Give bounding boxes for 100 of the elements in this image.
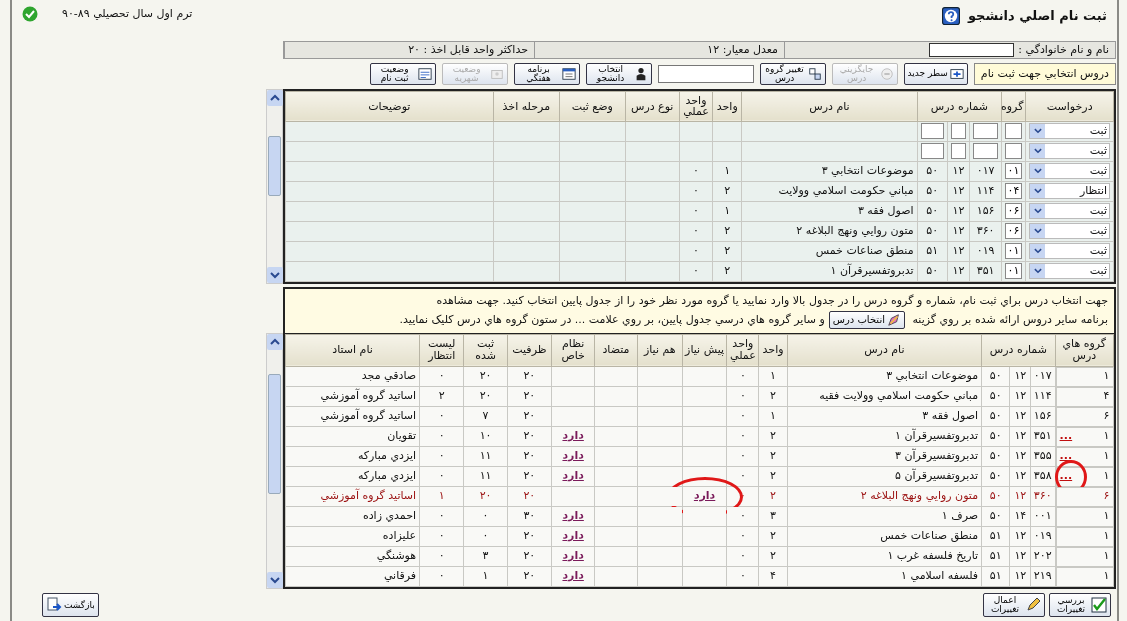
request-dropdown[interactable]: ثبت	[1029, 263, 1110, 280]
table-cell: تقويان	[285, 426, 420, 447]
search-field[interactable]	[657, 64, 754, 83]
scrollbar-thumb[interactable]	[268, 373, 281, 494]
column-header: مرحله اخذ	[493, 91, 560, 122]
table-cell: هوشنگي	[285, 546, 420, 567]
table-cell: ۵۰	[981, 406, 1010, 427]
code-field[interactable]	[1005, 143, 1023, 160]
table-cell: ۲۰	[507, 466, 552, 487]
group-field[interactable]: ۰۱	[1005, 263, 1023, 280]
table-cell: ۰	[726, 526, 759, 547]
table-cell: ۰	[726, 566, 759, 587]
toolbar-button[interactable]: برنامه هفتگي	[513, 62, 580, 85]
table-cell: ۳	[463, 546, 508, 567]
table-cell: ۵۱	[917, 241, 948, 262]
code-field[interactable]	[950, 143, 966, 160]
table-cell: ۰	[419, 526, 464, 547]
table-cell: ۰	[679, 161, 713, 182]
column-header: پيش نياز	[682, 334, 727, 366]
table-cell: ۱۱	[463, 466, 508, 487]
request-dropdown[interactable]: ثبت	[1029, 123, 1110, 140]
select-course-button[interactable]: انتخاب درس	[828, 310, 905, 329]
more-groups-link[interactable]: ...	[1059, 448, 1073, 465]
table-cell: ۱	[1103, 568, 1110, 585]
table-cell: ۱	[1103, 468, 1110, 485]
column-header: نوع درس	[625, 91, 680, 122]
footer-button[interactable]: بررسي تغييرات	[1049, 593, 1111, 617]
column-header: درخواست	[1025, 91, 1114, 122]
code-field[interactable]	[973, 123, 999, 140]
table-cell: مباني حكومت اسلامي وولايت	[741, 181, 918, 202]
table-cell: ۱۲	[947, 181, 970, 202]
table-cell: ۵۰	[981, 386, 1010, 407]
request-dropdown[interactable]: ثبت	[1029, 143, 1110, 160]
scrollbar-thumb[interactable]	[268, 135, 281, 196]
group-field[interactable]: ۰۱	[1005, 243, 1023, 260]
code-field[interactable]	[1005, 123, 1023, 140]
table-cell: ۲۰	[507, 486, 552, 507]
scrollbar[interactable]	[266, 88, 283, 284]
column-header: ظرفيت	[507, 334, 552, 366]
table-cell: ۰	[463, 506, 508, 527]
back-button[interactable]: بازگشت	[42, 593, 99, 617]
table-cell: ۰	[679, 181, 713, 202]
table-cell: ۱۲	[1009, 486, 1031, 507]
request-dropdown[interactable]: ثبت	[1029, 163, 1110, 180]
code-field[interactable]	[950, 123, 966, 140]
group-field[interactable]: ۰۶	[1005, 203, 1023, 220]
table-cell: ۱۰	[463, 426, 508, 447]
toolbar-button[interactable]: تغيير گروه درس	[759, 62, 826, 85]
request-dropdown[interactable]: ثبت	[1029, 203, 1110, 220]
request-dropdown[interactable]: ثبت	[1029, 223, 1110, 240]
table-cell: مباني حكومت اسلامي وولايت فقيه	[787, 386, 982, 407]
group-field[interactable]: ۰۴	[1005, 183, 1023, 200]
table-cell: ۱	[419, 486, 464, 507]
table-cell: اساتيد گروه آموزشي	[285, 486, 420, 507]
table-cell: ۱۲	[1009, 546, 1031, 567]
section-label: دروس انتخابي جهت ثبت نام	[973, 62, 1116, 85]
instruction-text: جهت انتخاب درس براي ثبت نام، شماره و گروه درس را در جدول بالا وارد نماييد يا گروه مورد نظر خود را از جدول پايين انتخاب كنيد. جهت مشاهده	[436, 293, 1108, 307]
table-cell: ۲۰	[507, 566, 552, 587]
table-cell: ۰	[726, 406, 759, 427]
table-cell: اساتيد گروه آموزشي	[285, 406, 420, 427]
table-cell: ۰	[726, 426, 759, 447]
table-cell: ۲	[712, 241, 742, 262]
table-cell: تاريخ فلسفه غرب ۱	[787, 546, 982, 567]
footer-button[interactable]: اعمال تغييرات	[983, 593, 1045, 617]
more-groups-link[interactable]: ...	[1059, 468, 1073, 485]
column-header: متضاد	[594, 334, 638, 366]
column-header: نام استاد	[285, 334, 420, 366]
group-field[interactable]: ۰۶	[1005, 223, 1023, 240]
table-cell: ۱۱	[463, 446, 508, 467]
scrollbar[interactable]	[266, 332, 283, 589]
table-cell: ۲	[419, 386, 464, 407]
code-field[interactable]	[973, 143, 999, 160]
code-field[interactable]	[920, 143, 944, 160]
column-header: گروه	[1001, 91, 1026, 122]
table-cell: تدبروتفسيرقرآن ۵	[787, 466, 982, 487]
request-dropdown[interactable]: ثبت	[1029, 243, 1110, 260]
table-cell: ۱۲	[1009, 406, 1031, 427]
more-groups-link[interactable]: ...	[1059, 428, 1073, 445]
table-cell: ۱	[1103, 368, 1110, 385]
toolbar-button[interactable]: انتخاب دانشجو	[585, 62, 652, 85]
table-cell: ۱	[463, 566, 508, 587]
table-cell: ۵۰	[917, 181, 948, 202]
toolbar-button[interactable]: سطر جديد	[903, 62, 968, 85]
help-icon	[941, 6, 960, 25]
code-field[interactable]	[920, 123, 944, 140]
request-dropdown[interactable]: انتظار	[1029, 183, 1110, 200]
toolbar-button[interactable]: وضعيت ثبت نام	[369, 62, 436, 85]
table-cell: فلسفه اسلامي ۱	[787, 566, 982, 587]
group-field[interactable]: ۰۱	[1005, 163, 1023, 180]
table-cell: ۰	[679, 261, 713, 282]
instruction-text: و ساير گروه هاي درسي جدول پايين، بر روي علامت ... در ستون گروه هاي درس كليک نماييد.	[399, 312, 825, 326]
table-cell: عليزاده	[285, 526, 420, 547]
document-arrow-icon	[46, 597, 62, 613]
table-cell: ۰	[679, 241, 713, 262]
table-cell: ۰	[679, 221, 713, 242]
table-cell: ايزدي مباركه	[285, 466, 420, 487]
table-cell: فرقاني	[285, 566, 420, 587]
table-cell: ۵۰	[981, 466, 1010, 487]
table-cell: ۰	[726, 366, 759, 387]
document-icon	[417, 66, 432, 81]
